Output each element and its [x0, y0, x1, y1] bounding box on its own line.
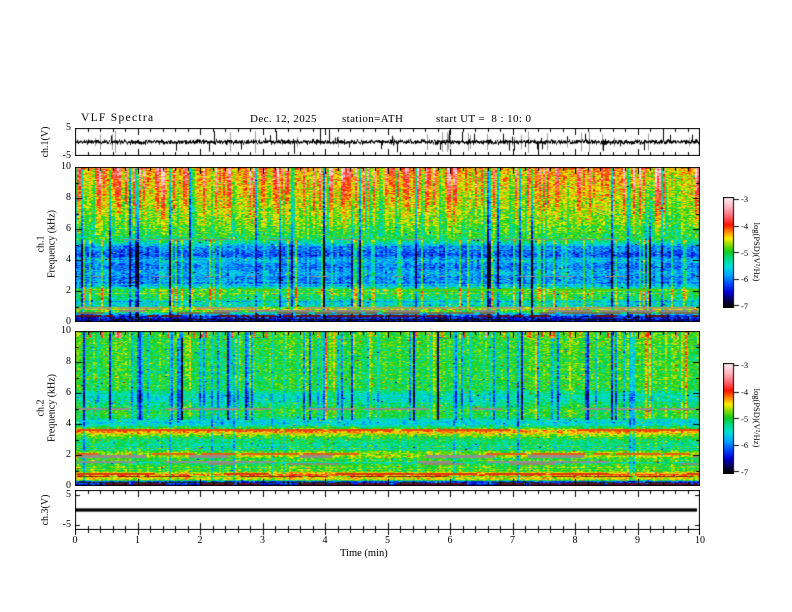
ch1-label-line2: Frequency (kHz) — [46, 209, 57, 279]
spec1-tick-label: 10 — [61, 161, 71, 172]
colorbar2-tick-label: -3 — [741, 360, 749, 370]
vlf-spectra-figure: VLF Spectra Dec. 12, 2025 station=ATH st… — [0, 0, 792, 612]
spec2-tick-label: 8 — [66, 356, 71, 367]
ch1v-tick-label: 5 — [66, 122, 71, 133]
x-tick-label: 7 — [510, 535, 515, 546]
x-tick-label: 0 — [72, 535, 78, 546]
ch1-colorbar — [723, 197, 740, 308]
x-tick-label: 2 — [197, 535, 203, 546]
x-tick-label: 3 — [260, 535, 265, 546]
x-tick-label: 10 — [695, 535, 705, 546]
spec1-tick-label: 8 — [66, 192, 71, 203]
colorbar2-tick-label: -7 — [741, 467, 749, 477]
time-axis-title: Time (min) — [340, 548, 388, 559]
x-tick-label: 8 — [572, 535, 578, 546]
ch1-colorbar-label: log(PSD)(V²/Hz) — [752, 222, 762, 282]
colorbar1-tick-label: -3 — [741, 194, 749, 204]
spec1-tick-label: 4 — [66, 254, 71, 265]
ch1-spectrogram-panel — [75, 167, 700, 322]
ch2-colorbar — [723, 363, 740, 474]
x-tick-label: 5 — [385, 535, 390, 546]
ch2-spectrogram-panel — [75, 331, 700, 486]
colorbar2-tick-label: -6 — [741, 440, 749, 451]
x-tick-label: 4 — [322, 535, 328, 546]
ch2-frequency-axis-label: ch.2 Frequency (kHz) — [35, 373, 58, 443]
spec2-tick-label: 2 — [66, 449, 71, 460]
ch3v-tick-label: -5 — [62, 519, 71, 530]
ch3-waveform-panel — [75, 490, 700, 530]
ch1-label-line1: ch.1 — [35, 235, 47, 253]
spec2-tick-label: 6 — [66, 387, 71, 398]
colorbar2-tick-label: -4 — [741, 386, 749, 397]
colorbar1-tick-label: -7 — [741, 301, 749, 311]
figure-date: Dec. 12, 2025 — [250, 113, 317, 125]
ch1-waveform-panel — [75, 128, 700, 156]
colorbar1-tick-label: -4 — [741, 220, 749, 231]
figure-start-ut: start UT = 8 : 10: 0 — [436, 113, 532, 125]
ch1v-tick-label: -5 — [62, 150, 71, 161]
spec1-tick-label: 2 — [66, 285, 71, 296]
ch3v-tick-label: 5 — [66, 489, 71, 500]
ch1-frequency-axis-label: ch.1 Frequency (kHz) — [35, 209, 58, 279]
spec1-tick-label: 6 — [66, 223, 71, 234]
x-tick-label: 1 — [135, 535, 140, 546]
x-tick-label: 6 — [447, 535, 453, 546]
figure-title: VLF Spectra — [81, 112, 155, 124]
spec2-tick-label: 10 — [61, 325, 71, 336]
ch2-label-line1: ch.2 — [35, 399, 47, 417]
x-tick-label: 9 — [635, 535, 640, 546]
ch2-colorbar-label: log(PSD)(V²/Hz) — [752, 388, 762, 448]
colorbar2-tick-label: -5 — [741, 413, 749, 424]
figure-station: station=ATH — [342, 113, 404, 125]
ch2-label-line2: Frequency (kHz) — [46, 373, 57, 443]
spec2-tick-label: 4 — [66, 418, 71, 429]
colorbar1-tick-label: -6 — [741, 274, 749, 285]
colorbar1-tick-label: -5 — [741, 247, 749, 258]
